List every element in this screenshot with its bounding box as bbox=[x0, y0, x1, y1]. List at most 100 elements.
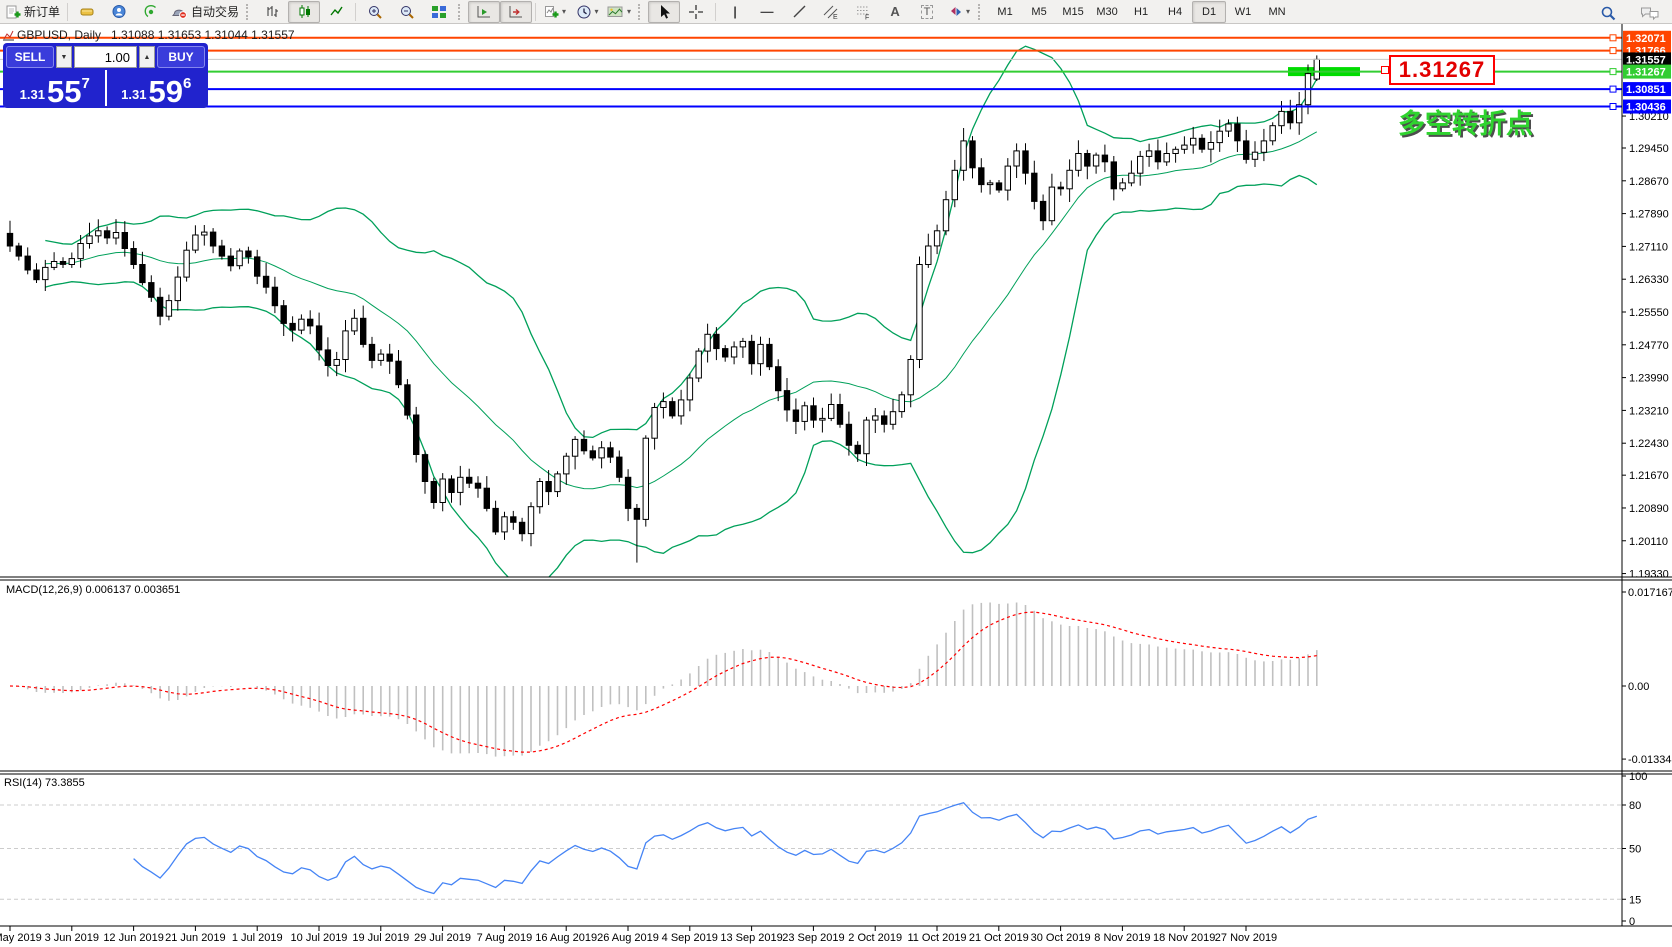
line-handle[interactable] bbox=[1610, 35, 1616, 41]
line-handle[interactable] bbox=[1610, 104, 1616, 110]
price-tick-label: 1.25550 bbox=[1629, 307, 1669, 319]
buy-price-sup: 6 bbox=[183, 76, 191, 105]
timeframe-button-M1[interactable]: M1 bbox=[988, 1, 1022, 23]
date-label: 2 Oct 2019 bbox=[848, 932, 902, 944]
rsi-tick-label: 100 bbox=[1629, 771, 1647, 783]
text-label-button[interactable]: T bbox=[911, 1, 943, 23]
community-icon bbox=[111, 4, 127, 19]
price-divider bbox=[105, 70, 107, 106]
timeframe-button-D1[interactable]: D1 bbox=[1192, 1, 1226, 23]
separator bbox=[67, 3, 68, 21]
chart-canvas[interactable]: 1.302101.294501.286701.278901.271101.263… bbox=[0, 0, 1672, 947]
chart-shift-button[interactable] bbox=[500, 1, 532, 23]
buy-button[interactable]: BUY bbox=[157, 46, 205, 68]
timeframe-button-H1[interactable]: H1 bbox=[1124, 1, 1158, 23]
tile-windows-button[interactable] bbox=[423, 1, 455, 23]
sell-price-sup: 7 bbox=[81, 76, 89, 105]
new-chart-button[interactable]: ▾ bbox=[539, 1, 571, 23]
chevron-down-icon: ▾ bbox=[627, 8, 631, 16]
date-label: 18 Nov 2019 bbox=[1153, 932, 1215, 944]
auto-scroll-button[interactable] bbox=[468, 1, 500, 23]
toolbar-grip[interactable] bbox=[458, 4, 465, 20]
volume-increase-button[interactable]: ▲ bbox=[139, 46, 155, 68]
caret-up-icon: ▲ bbox=[144, 54, 151, 61]
search-button[interactable] bbox=[1592, 2, 1624, 24]
chevron-down-icon: ▾ bbox=[595, 8, 599, 16]
line-chart-button[interactable] bbox=[320, 1, 352, 23]
zoom-in-icon bbox=[367, 4, 383, 20]
line-handle[interactable] bbox=[1610, 86, 1616, 92]
sell-price[interactable]: 1.31 55 7 bbox=[6, 70, 104, 106]
crosshair-button[interactable] bbox=[680, 1, 712, 23]
chevron-down-icon: ▾ bbox=[966, 8, 970, 16]
annotation-text[interactable]: 多空转折点 bbox=[1398, 102, 1533, 141]
price-tick-label: 1.22430 bbox=[1629, 438, 1669, 450]
sell-price-big: 55 bbox=[47, 79, 81, 105]
toolbar-grip[interactable] bbox=[978, 4, 985, 20]
arrows-button[interactable]: ▾ bbox=[943, 1, 975, 23]
signals-button[interactable] bbox=[135, 1, 167, 23]
rsi-tick-label: 80 bbox=[1629, 800, 1641, 812]
equidistant-channel-button[interactable]: E bbox=[815, 1, 847, 23]
price-tick-label: 1.19330 bbox=[1629, 569, 1669, 581]
timeframe-button-M15[interactable]: M15 bbox=[1056, 1, 1090, 23]
periods-button[interactable]: ▾ bbox=[571, 1, 603, 23]
sell-button[interactable]: SELL bbox=[6, 46, 54, 68]
callout-anchor[interactable] bbox=[1381, 66, 1389, 74]
separator bbox=[715, 3, 716, 21]
price-tick-label: 1.27890 bbox=[1629, 209, 1669, 221]
zoom-out-button[interactable] bbox=[391, 1, 423, 23]
vertical-line-button[interactable]: | bbox=[719, 1, 751, 23]
toolbar-grip[interactable] bbox=[638, 4, 645, 20]
cursor-button[interactable] bbox=[648, 1, 680, 23]
price-tag-label: 1.32071 bbox=[1626, 33, 1666, 45]
line-handle[interactable] bbox=[1610, 48, 1616, 54]
date-label: 1 Jul 2019 bbox=[232, 932, 283, 944]
date-label: 26 Aug 2019 bbox=[597, 932, 659, 944]
horizontal-line-button[interactable]: — bbox=[751, 1, 783, 23]
templates-button[interactable]: ▾ bbox=[603, 1, 635, 23]
fibonacci-button[interactable]: F bbox=[847, 1, 879, 23]
text-button[interactable]: A bbox=[879, 1, 911, 23]
candlestick-chart-button[interactable] bbox=[288, 1, 320, 23]
timeframe-button-MN[interactable]: MN bbox=[1260, 1, 1294, 23]
toolbar-grip[interactable] bbox=[246, 4, 253, 20]
toolbar-right bbox=[1592, 2, 1666, 24]
price-callout-box[interactable]: 1.31267 bbox=[1389, 55, 1495, 85]
buy-price[interactable]: 1.31 59 6 bbox=[108, 70, 206, 106]
chart-shift-icon bbox=[508, 4, 524, 19]
mt4-window: 1.302101.294501.286701.278901.271101.263… bbox=[0, 0, 1672, 947]
one-click-trading-panel: SELL ▼ 1.00 ▲ BUY 1.31 55 7 1.31 59 6 bbox=[3, 43, 208, 108]
zoom-out-icon bbox=[399, 4, 415, 20]
chat-button[interactable] bbox=[1634, 2, 1666, 24]
volume-input[interactable]: 1.00 bbox=[74, 46, 137, 68]
buy-price-prefix: 1.31 bbox=[121, 88, 146, 105]
macd-label: MACD(12,26,9) 0.006137 0.003651 bbox=[6, 584, 180, 596]
crosshair-icon bbox=[688, 4, 704, 20]
timeframe-button-W1[interactable]: W1 bbox=[1226, 1, 1260, 23]
date-label: 30 Oct 2019 bbox=[1031, 932, 1091, 944]
timeframe-button-H4[interactable]: H4 bbox=[1158, 1, 1192, 23]
line-handle[interactable] bbox=[1610, 69, 1616, 75]
new-order-button[interactable]: 新订单 bbox=[2, 1, 64, 23]
bar-chart-button[interactable] bbox=[256, 1, 288, 23]
timeframe-button-M5[interactable]: M5 bbox=[1022, 1, 1056, 23]
volume-decrease-button[interactable]: ▼ bbox=[56, 46, 72, 68]
price-tick-label: 1.20110 bbox=[1629, 536, 1668, 548]
trendline-button[interactable] bbox=[783, 1, 815, 23]
caret-down-icon: ▼ bbox=[61, 54, 68, 61]
trendline-icon bbox=[792, 4, 807, 19]
macd-tick-label: -0.013348 bbox=[1628, 754, 1672, 766]
buy-price-big: 59 bbox=[148, 79, 182, 105]
date-label: 10 Jul 2019 bbox=[291, 932, 348, 944]
chart-title-symbol: GBPUSD, Daily bbox=[17, 28, 101, 42]
market-button[interactable] bbox=[71, 1, 103, 23]
search-icon bbox=[1600, 5, 1617, 22]
autotrading-button[interactable]: 自动交易 bbox=[167, 1, 243, 23]
symbol-icon bbox=[3, 30, 14, 41]
community-button[interactable] bbox=[103, 1, 135, 23]
zoom-in-button[interactable] bbox=[359, 1, 391, 23]
date-label: 3 Jun 2019 bbox=[45, 932, 99, 944]
vertical-line-icon: | bbox=[733, 4, 737, 19]
timeframe-button-M30[interactable]: M30 bbox=[1090, 1, 1124, 23]
